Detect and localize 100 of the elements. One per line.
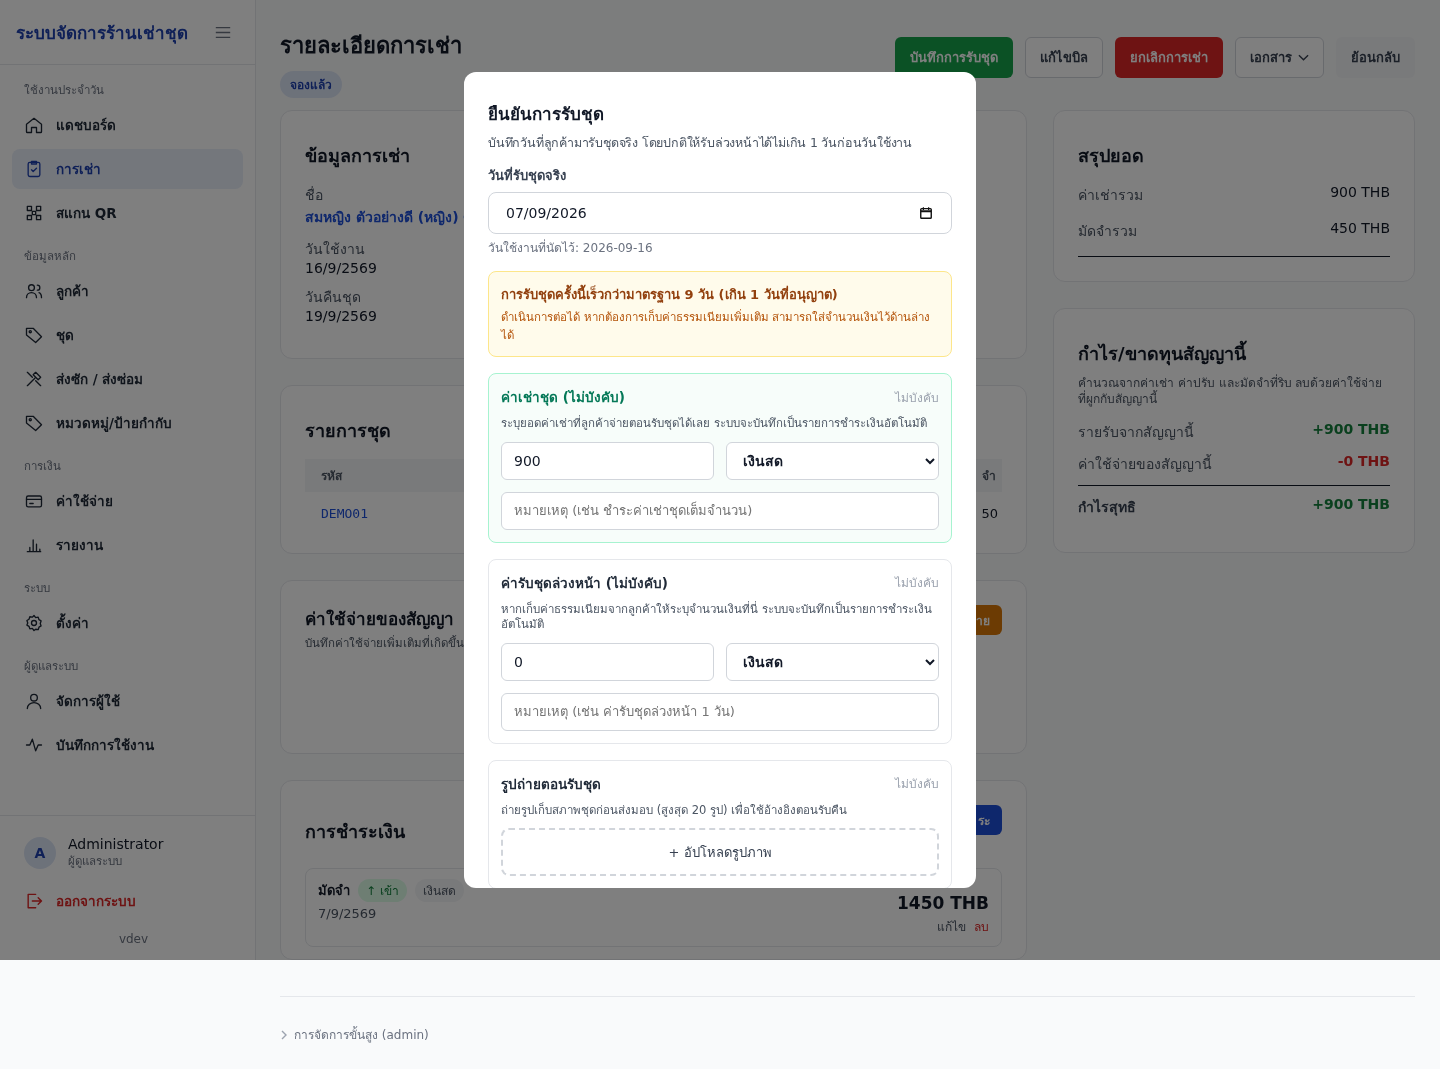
profit-label: ค่าใช้จ่ายของสัญญานี้ bbox=[1078, 453, 1212, 475]
card-title: การชำระเงิน bbox=[305, 820, 405, 844]
summary-label: ค่าเช่ารวม bbox=[1078, 186, 1143, 205]
field-label: วันใช้งาน bbox=[305, 240, 365, 259]
field-value: 19/9/2569 bbox=[305, 308, 377, 324]
payment-type: มัดจำ bbox=[318, 882, 350, 900]
sidebar-item[interactable]: บันทึกการใช้งาน bbox=[12, 725, 243, 765]
optional-tag: ไม่บังคับ bbox=[895, 387, 939, 407]
section-title: ค่ารับชุดล่วงหน้า (ไม่บังคับ) bbox=[501, 573, 669, 594]
payment-amount: 1450 THB bbox=[897, 893, 989, 913]
amount-field[interactable]: 0 bbox=[501, 642, 714, 681]
profit-value: +900 THB bbox=[1312, 421, 1390, 440]
field-label: วันคืนชุด bbox=[305, 288, 361, 308]
section-heading: ผู้ดูแลระบบ bbox=[23, 658, 79, 675]
user-role: ผู้ดูแลระบบ bbox=[68, 853, 123, 870]
dialog-title: ยืนยันการรับชุด bbox=[488, 103, 605, 127]
profit-description: คำนวณจากค่าเช่า ค่าปรับ และมัดจำที่ริบ ลบด้วยค่าใช้จ่ายที่ผูกกับสัญญานี้ bbox=[1078, 376, 1384, 408]
status-badge: จองแล้ว bbox=[280, 71, 342, 98]
sidebar-item[interactable]: หมวดหมู่/ป้ายกำกับ bbox=[12, 403, 243, 443]
section-description: ระบุยอดค่าเช่าที่ลูกค้าจ่ายตอนรับชุดได้เลย ระบบจะบันทึกเป็นรายการชำระเงินอัตโนมัติ bbox=[501, 416, 928, 432]
amount-field[interactable]: 900 bbox=[501, 441, 714, 480]
advanced-settings-link[interactable]: การจัดการขั้นสูง (admin) bbox=[294, 1025, 429, 1044]
section-heading: ใช้งานประจำวัน bbox=[23, 82, 105, 99]
sidebar-item[interactable]: การเช่า bbox=[12, 149, 243, 189]
method-badge: เงินสด bbox=[414, 879, 464, 902]
sidebar-item[interactable]: จัดการผู้ใช้ bbox=[12, 681, 243, 721]
home-icon bbox=[24, 115, 44, 135]
sidebar-item[interactable]: ส่งซัก / ส่งซ่อม bbox=[12, 359, 243, 399]
page-title: รายละเอียดการเช่า bbox=[280, 32, 462, 60]
section-description: หากเก็บค่าธรรมเนียมจากลูกค้าให้ระบุจำนวนเงินที่นี่ ระบบจะบันทึกเป็นรายการชำระเงินอัตโนมัติ bbox=[501, 601, 933, 633]
warning-title: การรับชุดครั้งนี้เร็วกว่ามาตรฐาน 9 วัน (เกิน 1 วันที่อนุญาต) bbox=[501, 284, 838, 305]
payment-method-select[interactable]: เงินสด bbox=[726, 441, 939, 480]
net-profit-value: +900 THB bbox=[1312, 496, 1390, 515]
logout-link[interactable]: ออกจากระบบ bbox=[24, 890, 243, 912]
section-title: ค่าเช่าชุด (ไม่บังคับ) bbox=[501, 388, 626, 408]
card-title: รายการชุด bbox=[305, 419, 391, 445]
section-heading: การเงิน bbox=[23, 458, 62, 475]
date-field[interactable]: 07/09/2026 bbox=[488, 192, 952, 234]
users-icon bbox=[24, 281, 44, 301]
card-subtitle: บันทึกค่าใช้จ่ายเพิ่มเติมที่เกิดขึ้น bbox=[305, 634, 464, 652]
logout-icon bbox=[24, 891, 44, 911]
summary-value: 450 THB bbox=[1330, 220, 1390, 238]
user-icon bbox=[24, 691, 44, 711]
profit-value: -0 THB bbox=[1337, 453, 1390, 472]
edit-link[interactable]: แก้ไข bbox=[937, 917, 966, 936]
sidebar-item[interactable]: ลูกค้า bbox=[12, 271, 243, 311]
dialog-description: บันทึกวันที่ลูกค้ามารับชุดจริง โดยปกติให้รับล่วงหน้าได้ไม่เกิน 1 วันก่อนวันใช้งาน bbox=[488, 133, 913, 153]
user-name: Administrator bbox=[68, 836, 164, 852]
avatar: A bbox=[24, 837, 56, 869]
sidebar-item[interactable]: ตั้งค่า bbox=[12, 603, 243, 643]
delete-link[interactable]: ลบ bbox=[974, 917, 989, 936]
customer-link[interactable]: สมหญิง ตัวอย่างดี (หญิง) bbox=[305, 206, 459, 228]
field-label: วันที่รับชุดจริง bbox=[488, 165, 567, 186]
card-title: สรุปยอด bbox=[1078, 144, 1144, 170]
section-heading: ข้อมูลหลัก bbox=[23, 248, 77, 265]
action-button[interactable]: แก้ไขบิล bbox=[1025, 37, 1103, 78]
tag-icon bbox=[24, 325, 44, 345]
section-heading: ระบบ bbox=[23, 580, 51, 597]
chevron-right-icon[interactable] bbox=[280, 1028, 288, 1041]
column-header: จำ bbox=[982, 468, 996, 485]
tools-icon bbox=[24, 369, 44, 389]
note-field[interactable]: หมายเหตุ (เช่น ค่ารับชุดล่วงหน้า 1 วัน) bbox=[501, 692, 939, 731]
sidebar-item[interactable]: ค่าใช้จ่าย bbox=[12, 481, 243, 521]
qr-code-icon bbox=[24, 203, 44, 223]
sidebar-item[interactable]: แดชบอร์ด bbox=[12, 105, 243, 145]
summary-value: 900 THB bbox=[1330, 184, 1390, 202]
field-value: 16/9/2569 bbox=[305, 260, 377, 276]
date-hint: วันใช้งานที่นัดไว้: 2026-09-16 bbox=[488, 238, 653, 257]
warning-text: ดำเนินการต่อได้ หากต้องการเก็บค่าธรรมเนียมเพิ่มเติม สามารถใส่จำนวนเงินไว้ด้านล่างได้ bbox=[501, 308, 932, 344]
profit-label: รายรับจากสัญญานี้ bbox=[1078, 421, 1194, 443]
settings-icon bbox=[24, 613, 44, 633]
table-cell: DEMO01 bbox=[321, 506, 368, 521]
menu-icon[interactable] bbox=[215, 25, 231, 39]
version-label: vdev bbox=[117, 932, 150, 946]
direction-badge: ↑ เข้า bbox=[358, 879, 407, 902]
calendar-icon[interactable] bbox=[919, 206, 933, 220]
documents-dropdown[interactable]: เอกสาร bbox=[1235, 37, 1324, 78]
upload-button[interactable]: + อัปโหลดรูปภาพ bbox=[501, 828, 939, 877]
card-title: ค่าใช้จ่ายของสัญญา bbox=[305, 608, 454, 632]
payment-method-select[interactable]: เงินสด bbox=[726, 642, 939, 681]
sidebar-item[interactable]: รายงาน bbox=[12, 525, 243, 565]
card-title: ข้อมูลการเช่า bbox=[305, 144, 410, 170]
action-button[interactable]: บันทึกการรับชุด bbox=[895, 37, 1013, 78]
card-title: กำไร/ขาดทุนสัญญานี้ bbox=[1078, 339, 1246, 368]
note-field[interactable]: หมายเหตุ (เช่น ชำระค่าเช่าชุดเต็มจำนวน) bbox=[501, 491, 939, 530]
optional-tag: ไม่บังคับ bbox=[895, 573, 939, 592]
action-button[interactable]: ยกเลิกการเช่า bbox=[1115, 37, 1223, 78]
sidebar-item[interactable]: ชุด bbox=[12, 315, 243, 355]
section-title: รูปถ่ายตอนรับชุด bbox=[501, 774, 601, 795]
optional-tag: ไม่บังคับ bbox=[895, 774, 939, 794]
field-label: ชื่อ bbox=[305, 185, 323, 205]
chevron-down-icon bbox=[1298, 53, 1309, 62]
sidebar-item[interactable]: สแกน QR bbox=[12, 193, 243, 233]
section-description: ถ่ายรูปเก็บสภาพชุดก่อนส่งมอบ (สูงสุด 20 รูป) เพื่อใช้อ้างอิงตอนรับคืน bbox=[501, 802, 849, 819]
tag-icon bbox=[24, 413, 44, 433]
payment-date: 7/9/2569 bbox=[318, 906, 378, 921]
table-cell: 50 bbox=[981, 506, 998, 521]
app-title: ระบบจัดการร้านเช่าชุด bbox=[16, 21, 188, 46]
summary-label: มัดจำรวม bbox=[1078, 222, 1137, 241]
column-header: รหัส bbox=[321, 468, 342, 485]
